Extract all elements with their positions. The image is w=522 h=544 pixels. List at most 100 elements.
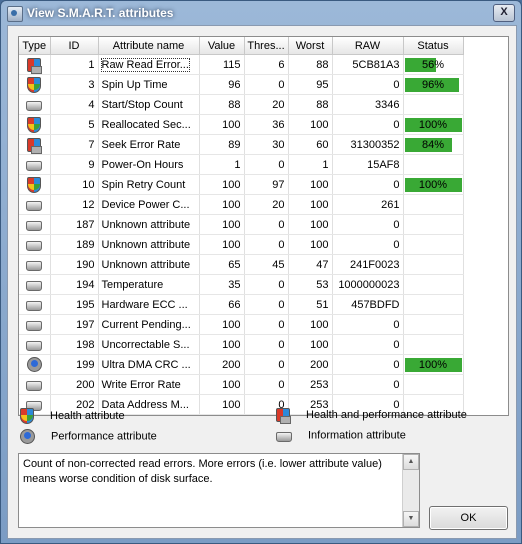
legend-health-label: Health attribute bbox=[50, 409, 125, 422]
column-header-worst[interactable]: Worst bbox=[288, 37, 333, 55]
attribute-name-cell: Spin Up Time bbox=[98, 74, 200, 95]
value-cell: 100 bbox=[199, 314, 245, 335]
scroll-down-arrow-icon[interactable]: ▼ bbox=[403, 511, 419, 527]
attribute-name-cell: Reallocated Sec... bbox=[98, 114, 200, 135]
raw-cell: 31300352 bbox=[332, 134, 404, 155]
worst-cell: 100 bbox=[288, 114, 333, 135]
smart-attributes-table[interactable]: Type ID Attribute name Value Thres... Wo… bbox=[18, 36, 509, 416]
type-cell bbox=[19, 154, 51, 175]
table-row[interactable]: 9 Power-On Hours 1 0 1 15AF8 bbox=[19, 154, 464, 175]
status-percent-text: 100% bbox=[418, 118, 448, 131]
table-row[interactable]: 12 Device Power C... 100 20 100 261 bbox=[19, 194, 464, 215]
type-cell bbox=[19, 194, 51, 215]
close-button[interactable]: X bbox=[493, 4, 515, 22]
id-cell: 12 bbox=[50, 194, 99, 215]
attribute-name-cell: Power-On Hours bbox=[98, 154, 200, 175]
attribute-name-cell: Spin Retry Count bbox=[98, 174, 200, 195]
table-row[interactable]: 197 Current Pending... 100 0 100 0 bbox=[19, 314, 464, 335]
status-cell: 100% bbox=[403, 174, 464, 195]
attribute-description-box[interactable]: Count of non-corrected read errors. More… bbox=[18, 453, 420, 528]
type-cell bbox=[19, 134, 51, 155]
column-header-threshold[interactable]: Thres... bbox=[244, 37, 289, 55]
attribute-name-text: Temperature bbox=[101, 278, 164, 291]
table-row[interactable]: 3 Spin Up Time 96 0 95 0 96% bbox=[19, 74, 464, 95]
table-row[interactable]: 10 Spin Retry Count 100 97 100 0 100% bbox=[19, 174, 464, 195]
ok-button[interactable]: OK bbox=[429, 506, 508, 530]
information-attribute-icon bbox=[26, 261, 43, 271]
type-cell bbox=[19, 294, 51, 315]
id-cell: 187 bbox=[50, 214, 99, 235]
threshold-cell: 0 bbox=[244, 74, 289, 95]
threshold-cell: 97 bbox=[244, 174, 289, 195]
table-row[interactable]: 189 Unknown attribute 100 0 100 0 bbox=[19, 234, 464, 255]
threshold-cell: 0 bbox=[244, 214, 289, 235]
threshold-cell: 20 bbox=[244, 94, 289, 115]
table-row[interactable]: 1 Raw Read Error... 115 6 88 5CB81A3 56% bbox=[19, 54, 464, 75]
raw-cell: 1000000023 bbox=[332, 274, 404, 295]
status-cell bbox=[403, 274, 464, 295]
column-header-value[interactable]: Value bbox=[199, 37, 245, 55]
table-row[interactable]: 198 Uncorrectable S... 100 0 100 0 bbox=[19, 334, 464, 355]
column-header-type[interactable]: Type bbox=[19, 37, 51, 55]
attribute-name-text: Seek Error Rate bbox=[101, 138, 181, 151]
id-cell: 4 bbox=[50, 94, 99, 115]
type-cell bbox=[19, 94, 51, 115]
attribute-name-text: Power-On Hours bbox=[101, 158, 184, 171]
table-row[interactable]: 7 Seek Error Rate 89 30 60 31300352 84% bbox=[19, 134, 464, 155]
column-header-id[interactable]: ID bbox=[50, 37, 99, 55]
table-row[interactable]: 199 Ultra DMA CRC ... 200 0 200 0 100% bbox=[19, 354, 464, 375]
value-cell: 88 bbox=[199, 94, 245, 115]
attribute-name-cell: Raw Read Error... bbox=[98, 54, 200, 75]
type-cell bbox=[19, 354, 51, 375]
scroll-up-arrow-icon[interactable]: ▲ bbox=[403, 454, 419, 470]
raw-cell: 0 bbox=[332, 314, 404, 335]
information-attribute-icon bbox=[26, 241, 43, 251]
table-row[interactable]: 195 Hardware ECC ... 66 0 51 457BDFD bbox=[19, 294, 464, 315]
id-cell: 189 bbox=[50, 234, 99, 255]
value-cell: 100 bbox=[199, 334, 245, 355]
column-header-attribute-name[interactable]: Attribute name bbox=[98, 37, 200, 55]
status-progress-bar: 84% bbox=[404, 137, 462, 152]
worst-cell: 95 bbox=[288, 74, 333, 95]
id-cell: 199 bbox=[50, 354, 99, 375]
threshold-cell: 36 bbox=[244, 114, 289, 135]
legend-performance-label: Performance attribute bbox=[51, 430, 157, 443]
raw-cell: 241F0023 bbox=[332, 254, 404, 275]
table-row[interactable]: 187 Unknown attribute 100 0 100 0 bbox=[19, 214, 464, 235]
performance-attribute-icon bbox=[26, 357, 42, 372]
status-progress-bar: 56% bbox=[404, 57, 462, 72]
id-cell: 190 bbox=[50, 254, 99, 275]
raw-cell: 0 bbox=[332, 374, 404, 395]
column-header-raw[interactable]: RAW bbox=[332, 37, 404, 55]
table-row[interactable]: 200 Write Error Rate 100 0 253 0 bbox=[19, 374, 464, 395]
column-header-status[interactable]: Status bbox=[403, 37, 464, 55]
type-cell bbox=[19, 314, 51, 335]
status-progress-bar: 100% bbox=[404, 357, 462, 372]
information-attribute-icon bbox=[26, 321, 43, 331]
smart-dialog-window: View S.M.A.R.T. attributes X Type ID Att… bbox=[0, 0, 522, 544]
table-row[interactable]: 4 Start/Stop Count 88 20 88 3346 bbox=[19, 94, 464, 115]
title-bar[interactable]: View S.M.A.R.T. attributes X bbox=[1, 1, 521, 25]
legend-health-performance: Health and performance attribute bbox=[276, 408, 467, 424]
value-cell: 1 bbox=[199, 154, 245, 175]
value-cell: 100 bbox=[199, 194, 245, 215]
worst-cell: 100 bbox=[288, 314, 333, 335]
worst-cell: 100 bbox=[288, 194, 333, 215]
dialog-client-area: Type ID Attribute name Value Thres... Wo… bbox=[7, 25, 517, 539]
legend-information-label: Information attribute bbox=[308, 429, 406, 442]
raw-cell: 3346 bbox=[332, 94, 404, 115]
attribute-name-cell: Unknown attribute bbox=[98, 254, 200, 275]
attribute-name-text: Spin Retry Count bbox=[101, 178, 186, 191]
attribute-name-text: Device Power C... bbox=[101, 198, 190, 211]
status-percent-text: 96% bbox=[421, 78, 445, 91]
status-percent-text: 84% bbox=[421, 138, 445, 151]
status-cell bbox=[403, 214, 464, 235]
attribute-name-cell: Unknown attribute bbox=[98, 214, 200, 235]
table-row[interactable]: 5 Reallocated Sec... 100 36 100 0 100% bbox=[19, 114, 464, 135]
table-row[interactable]: 190 Unknown attribute 65 45 47 241F0023 bbox=[19, 254, 464, 275]
status-cell bbox=[403, 314, 464, 335]
attribute-name-cell: Seek Error Rate bbox=[98, 134, 200, 155]
table-row[interactable]: 194 Temperature 35 0 53 1000000023 bbox=[19, 274, 464, 295]
description-scrollbar[interactable]: ▲ ▼ bbox=[402, 454, 419, 527]
threshold-cell: 0 bbox=[244, 294, 289, 315]
